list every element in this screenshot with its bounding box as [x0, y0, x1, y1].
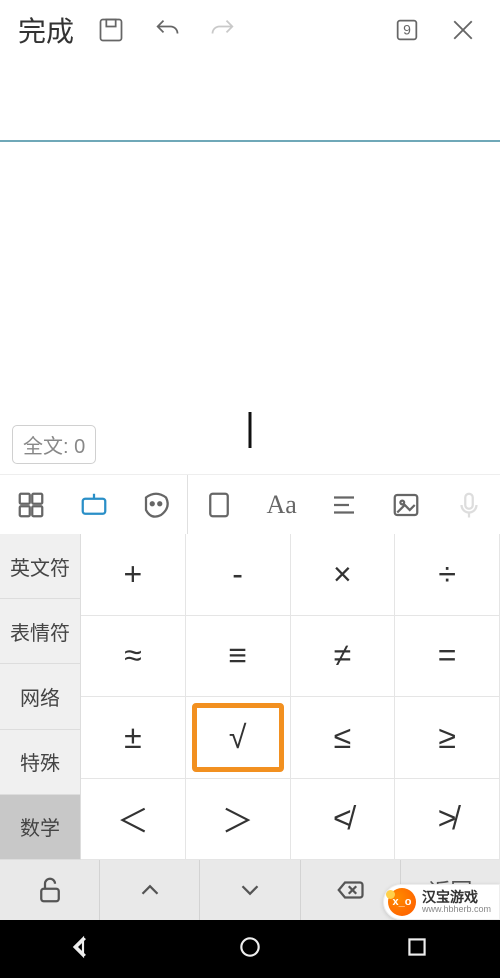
keyboard-toggle-icon[interactable] — [62, 475, 124, 534]
image-icon[interactable] — [375, 475, 437, 534]
sym-notlt[interactable]: ≮ — [291, 779, 396, 861]
close-icon[interactable] — [438, 0, 488, 60]
symbol-keyboard: 英文符 表情符 网络 特殊 数学 + - × ÷ ≈ ≡ ≠ = ± √ ≤ ≥… — [0, 534, 500, 860]
sym-div[interactable]: ÷ — [395, 534, 500, 616]
save-icon[interactable] — [86, 0, 136, 60]
sym-gt[interactable]: ＞ — [186, 779, 291, 861]
watermark-title: 汉宝游戏 — [422, 890, 491, 905]
sym-approx[interactable]: ≈ — [81, 616, 186, 698]
sym-plus[interactable]: + — [81, 534, 186, 616]
sym-neq[interactable]: ≠ — [291, 616, 396, 698]
sym-mult[interactable]: × — [291, 534, 396, 616]
font-icon[interactable]: Aa — [251, 475, 313, 534]
symcat-network[interactable]: 网络 — [0, 664, 81, 729]
sym-notgt[interactable]: ≯ — [395, 779, 500, 861]
symcat-math[interactable]: 数学 — [0, 795, 81, 860]
nav-back-icon[interactable] — [70, 934, 96, 965]
sym-minus[interactable]: - — [186, 534, 291, 616]
sym-geq[interactable]: ≥ — [395, 697, 500, 779]
symbol-category-list: 英文符 表情符 网络 特殊 数学 — [0, 534, 81, 860]
sym-sqrt[interactable]: √ — [186, 697, 291, 779]
chevron-down-icon[interactable] — [200, 860, 300, 920]
done-button[interactable]: 完成 — [12, 10, 80, 50]
lock-toggle-icon[interactable] — [0, 860, 100, 920]
watermark-logo-icon: x_o — [388, 888, 416, 916]
redo-icon — [198, 0, 248, 60]
sym-pm[interactable]: ± — [81, 697, 186, 779]
nav-home-icon[interactable] — [237, 934, 263, 965]
apps-icon[interactable] — [0, 475, 62, 534]
nav-recent-icon[interactable] — [404, 934, 430, 965]
symcat-english[interactable]: 英文符 — [0, 534, 81, 599]
svg-text:9: 9 — [403, 22, 411, 38]
sym-identical[interactable]: ≡ — [186, 616, 291, 698]
align-icon[interactable] — [313, 475, 375, 534]
fullscreen-icon[interactable] — [188, 475, 250, 534]
text-cursor — [249, 412, 252, 448]
watermark: x_o 汉宝游戏 www.hbherb.com — [383, 884, 500, 920]
chevron-up-icon[interactable] — [100, 860, 200, 920]
editor-area[interactable]: 全文: 0 — [0, 60, 500, 474]
symcat-special[interactable]: 特殊 — [0, 730, 81, 795]
mic-icon — [438, 475, 500, 534]
system-nav-bar — [0, 920, 500, 978]
wordcount-pill: 全文: 0 — [12, 425, 96, 464]
watermark-sub: www.hbherb.com — [422, 905, 491, 914]
top-toolbar: 完成 9 — [0, 0, 500, 60]
symcat-emoji[interactable]: 表情符 — [0, 599, 81, 664]
format-bar: Aa — [0, 474, 500, 534]
symbol-grid: + - × ÷ ≈ ≡ ≠ = ± √ ≤ ≥ ＜ ＞ ≮ ≯ — [81, 534, 500, 860]
undo-icon[interactable] — [142, 0, 192, 60]
keypad-icon[interactable]: 9 — [382, 0, 432, 60]
sym-lt[interactable]: ＜ — [81, 779, 186, 861]
sym-leq[interactable]: ≤ — [291, 697, 396, 779]
sym-eq[interactable]: = — [395, 616, 500, 698]
emoji-icon[interactable] — [125, 475, 187, 534]
